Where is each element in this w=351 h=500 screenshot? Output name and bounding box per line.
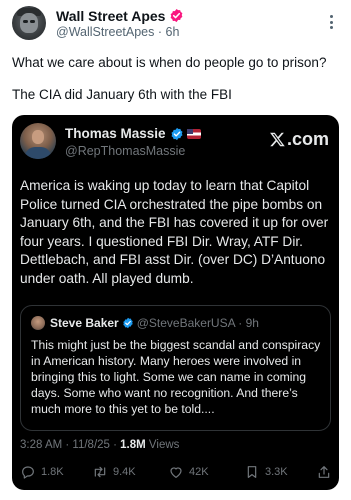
post-timestamp[interactable]: 3:28 AM · 11/8/25 · xyxy=(20,439,120,451)
views-label: Views xyxy=(145,439,180,451)
reply-button[interactable]: 1.8K xyxy=(20,463,64,481)
embedded-author-handle[interactable]: @RepThomasMassie xyxy=(65,144,185,158)
author-handle-line: @WallStreetApes · 6h xyxy=(56,25,179,39)
quoted-author-avatar[interactable] xyxy=(31,316,45,330)
author-name-line: Wall Street Apes xyxy=(56,7,184,24)
x-logo-icon xyxy=(270,132,285,147)
post-time[interactable]: 6h xyxy=(166,25,180,39)
bookmark-count: 3.3K xyxy=(265,466,288,478)
more-icon[interactable] xyxy=(323,13,339,31)
separator-dot: · xyxy=(157,25,163,39)
reply-count: 1.8K xyxy=(41,466,64,478)
like-button[interactable]: 42K xyxy=(168,463,209,481)
verified-badge-icon xyxy=(123,317,133,329)
views-count: 1.8M xyxy=(120,439,146,451)
reply-icon xyxy=(22,466,34,479)
repost-count: 9.4K xyxy=(113,466,136,478)
embedded-author-name[interactable]: Thomas Massie xyxy=(65,126,166,141)
author-name[interactable]: Wall Street Apes xyxy=(56,8,165,24)
embedded-author-avatar[interactable] xyxy=(20,123,56,159)
embedded-post-card[interactable]: Thomas Massie @RepThomasMassie .com Amer… xyxy=(12,115,339,490)
repost-button[interactable]: 9.4K xyxy=(92,463,136,481)
post-meta: 3:28 AM · 11/8/25 · 1.8M Views xyxy=(20,439,179,451)
quoted-author-handle-time[interactable]: @SteveBakerUSA · 9h xyxy=(137,316,259,330)
verified-badge-icon xyxy=(171,127,183,140)
quoted-post-body: This might just be the biggest scandal a… xyxy=(31,338,321,416)
quoted-author-name[interactable]: Steve Baker xyxy=(50,316,119,330)
x-brand-suffix: .com xyxy=(286,129,329,149)
post-text-line-2: The CIA did January 6th with the FBI xyxy=(12,87,232,102)
bookmark-button[interactable]: 3.3K xyxy=(244,463,288,481)
share-button[interactable] xyxy=(316,463,332,481)
post-header: Wall Street Apes @WallStreetApes · 6h xyxy=(12,6,339,40)
post-text-line-1: What we care about is when do people go … xyxy=(12,55,327,70)
author-avatar[interactable] xyxy=(12,6,46,40)
embedded-author-name-line: Thomas Massie xyxy=(65,125,201,142)
bookmark-icon xyxy=(247,466,257,478)
repost-icon xyxy=(94,466,106,478)
author-handle[interactable]: @WallStreetApes xyxy=(56,25,154,39)
heart-icon xyxy=(170,467,182,478)
x-brand-logo: .com xyxy=(269,129,329,150)
embedded-post-header: Thomas Massie @RepThomasMassie .com xyxy=(20,123,331,163)
flag-icon xyxy=(186,128,201,139)
quoted-post[interactable]: Steve Baker @SteveBakerUSA · 9h This mig… xyxy=(20,305,331,431)
verified-badge-icon xyxy=(171,8,183,23)
share-icon xyxy=(318,466,330,478)
embedded-post-body: America is waking up today to learn that… xyxy=(20,178,329,286)
quoted-post-header: Steve Baker @SteveBakerUSA · 9h xyxy=(31,315,259,331)
action-bar: 1.8K 9.4K 42K 3.3K xyxy=(20,463,331,481)
like-count: 42K xyxy=(189,466,209,478)
